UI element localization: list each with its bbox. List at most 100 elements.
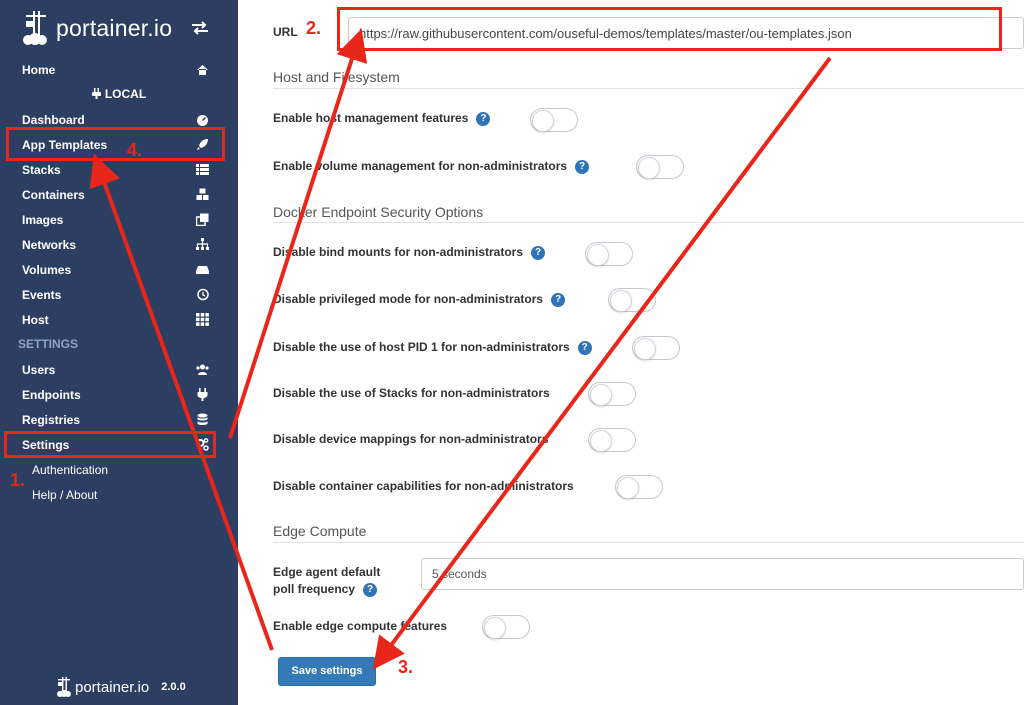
sidebar-footer: portainer.io 2.0.0 bbox=[55, 676, 186, 698]
option-bind-mounts: Disable bind mounts for non-administrato… bbox=[273, 245, 546, 260]
annotation-step-4: 4. bbox=[127, 140, 143, 160]
section-divider bbox=[273, 222, 1024, 223]
sidebar-item-home[interactable]: Home bbox=[0, 57, 238, 82]
portainer-logo-icon bbox=[57, 677, 71, 697]
database-icon bbox=[197, 413, 208, 425]
option-label: Disable device mappings for non-administ… bbox=[273, 432, 549, 446]
sidebar-item-networks[interactable]: Networks bbox=[0, 232, 238, 257]
brand[interactable]: portainer.io bbox=[18, 8, 172, 48]
device-mappings-toggle[interactable] bbox=[588, 428, 636, 452]
sidebar-item-label: Authentication bbox=[32, 462, 109, 477]
host-section-title: Host and Filesystem bbox=[273, 69, 400, 85]
sidebar-item-label: Users bbox=[22, 362, 56, 377]
volume-management-toggle[interactable] bbox=[636, 155, 684, 179]
option-label: poll frequency bbox=[273, 582, 356, 596]
hdd-icon bbox=[196, 266, 209, 274]
sidebar-item-label: Dashboard bbox=[22, 112, 85, 127]
annotation-box-url bbox=[337, 7, 1002, 51]
th-icon bbox=[196, 313, 209, 326]
help-icon[interactable]: ? bbox=[531, 246, 546, 260]
settings-section-title: SETTINGS bbox=[18, 337, 79, 351]
endpoint-name: LOCAL bbox=[0, 87, 238, 101]
sidebar-item-events[interactable]: Events bbox=[0, 282, 238, 307]
option-container-capabilities: Disable container capabilities for non-a… bbox=[273, 479, 574, 493]
edge-poll-label: Edge agent default poll frequency? bbox=[273, 565, 380, 597]
sidebar-item-host[interactable]: Host bbox=[0, 307, 238, 332]
sidebar-item-label: Help / About bbox=[32, 487, 98, 502]
help-icon[interactable]: ? bbox=[575, 160, 590, 174]
option-host-pid: Disable the use of host PID 1 for non-ad… bbox=[273, 340, 592, 355]
sidebar-item-label: Host bbox=[22, 312, 49, 327]
option-label: Enable host management features bbox=[273, 111, 469, 125]
url-label: URL bbox=[273, 25, 298, 39]
sidebar-item-label: Home bbox=[22, 62, 56, 77]
edge-poll-label-line2: poll frequency? bbox=[273, 582, 380, 597]
option-label: Disable the use of host PID 1 for non-ad… bbox=[273, 340, 570, 354]
section-divider bbox=[273, 88, 1024, 89]
security-section-title: Docker Endpoint Security Options bbox=[273, 204, 484, 220]
plug-icon bbox=[91, 88, 101, 99]
exchange-icon[interactable] bbox=[190, 20, 210, 36]
brand-name: portainer.io bbox=[56, 14, 173, 41]
sidebar-item-images[interactable]: Images bbox=[0, 207, 238, 232]
sidebar-item-endpoints[interactable]: Endpoints bbox=[0, 382, 238, 407]
stacks-toggle[interactable] bbox=[588, 382, 636, 406]
portainer-logo-icon bbox=[23, 11, 47, 45]
save-settings-button[interactable]: Save settings bbox=[278, 657, 376, 686]
plug-icon bbox=[197, 388, 208, 401]
list-icon bbox=[196, 164, 209, 175]
sidebar-item-label: Events bbox=[22, 287, 62, 302]
annotation-step-2: 2. bbox=[306, 18, 322, 38]
sidebar-item-label: Volumes bbox=[22, 262, 72, 277]
footer-brand: portainer.io bbox=[75, 678, 150, 696]
annotation-step-1: 1. bbox=[10, 470, 26, 490]
container-capabilities-toggle[interactable] bbox=[615, 475, 663, 499]
help-icon[interactable]: ? bbox=[476, 112, 491, 126]
section-divider bbox=[273, 542, 1024, 543]
option-edge-compute: Enable edge compute features bbox=[273, 619, 447, 633]
host-pid-toggle[interactable] bbox=[632, 336, 680, 360]
sidebar-item-label: Stacks bbox=[22, 162, 61, 177]
option-privileged-mode: Disable privileged mode for non-administ… bbox=[273, 292, 566, 307]
sidebar-item-users[interactable]: Users bbox=[0, 357, 238, 382]
history-icon bbox=[197, 288, 209, 301]
clone-icon bbox=[196, 213, 209, 226]
bind-mounts-toggle[interactable] bbox=[585, 242, 633, 266]
privileged-mode-toggle[interactable] bbox=[608, 288, 656, 312]
edge-compute-toggle[interactable] bbox=[482, 615, 530, 639]
sitemap-icon bbox=[196, 238, 209, 250]
annotation-box-settings bbox=[4, 431, 216, 458]
option-label: Enable volume management for non-adminis… bbox=[273, 159, 568, 173]
help-icon[interactable]: ? bbox=[363, 583, 378, 597]
option-volume-management: Enable volume management for non-adminis… bbox=[273, 159, 590, 174]
option-label: Disable bind mounts for non-administrato… bbox=[273, 245, 524, 259]
host-management-toggle[interactable] bbox=[530, 108, 578, 132]
sidebar-item-label: Images bbox=[22, 212, 64, 227]
help-icon[interactable]: ? bbox=[551, 293, 566, 307]
annotation-box-app-templates bbox=[6, 127, 225, 161]
option-device-mappings: Disable device mappings for non-administ… bbox=[273, 432, 548, 446]
option-label: Enable edge compute features bbox=[273, 619, 448, 633]
sidebar: portainer.io Home LOCAL Dashboard App Te… bbox=[0, 0, 238, 705]
edge-poll-label-line1: Edge agent default bbox=[273, 565, 381, 579]
sidebar-item-registries[interactable]: Registries bbox=[0, 407, 238, 432]
edge-poll-frequency-select[interactable]: 5 seconds bbox=[421, 558, 1024, 590]
home-icon bbox=[197, 65, 208, 75]
footer-version: 2.0.0 bbox=[161, 681, 186, 693]
sidebar-item-label: Containers bbox=[22, 187, 85, 202]
tachometer-icon bbox=[197, 115, 208, 126]
help-icon[interactable]: ? bbox=[577, 341, 592, 355]
sidebar-item-containers[interactable]: Containers bbox=[0, 182, 238, 207]
sidebar-item-help-about[interactable]: Help / About bbox=[0, 482, 238, 507]
endpoint-label: LOCAL bbox=[104, 87, 147, 101]
option-label: Disable container capabilities for non-a… bbox=[273, 479, 574, 493]
option-stacks: Disable the use of Stacks for non-admini… bbox=[273, 386, 550, 400]
sidebar-item-volumes[interactable]: Volumes bbox=[0, 257, 238, 282]
sidebar-item-label: Registries bbox=[22, 412, 81, 427]
edge-section-title: Edge Compute bbox=[273, 523, 367, 539]
sidebar-item-label: Endpoints bbox=[22, 387, 81, 402]
sidebar-item-authentication[interactable]: Authentication bbox=[0, 457, 238, 482]
sidebar-item-label: Networks bbox=[22, 237, 77, 252]
cubes-icon bbox=[196, 188, 209, 200]
option-label: Disable privileged mode for non-administ… bbox=[273, 292, 544, 306]
